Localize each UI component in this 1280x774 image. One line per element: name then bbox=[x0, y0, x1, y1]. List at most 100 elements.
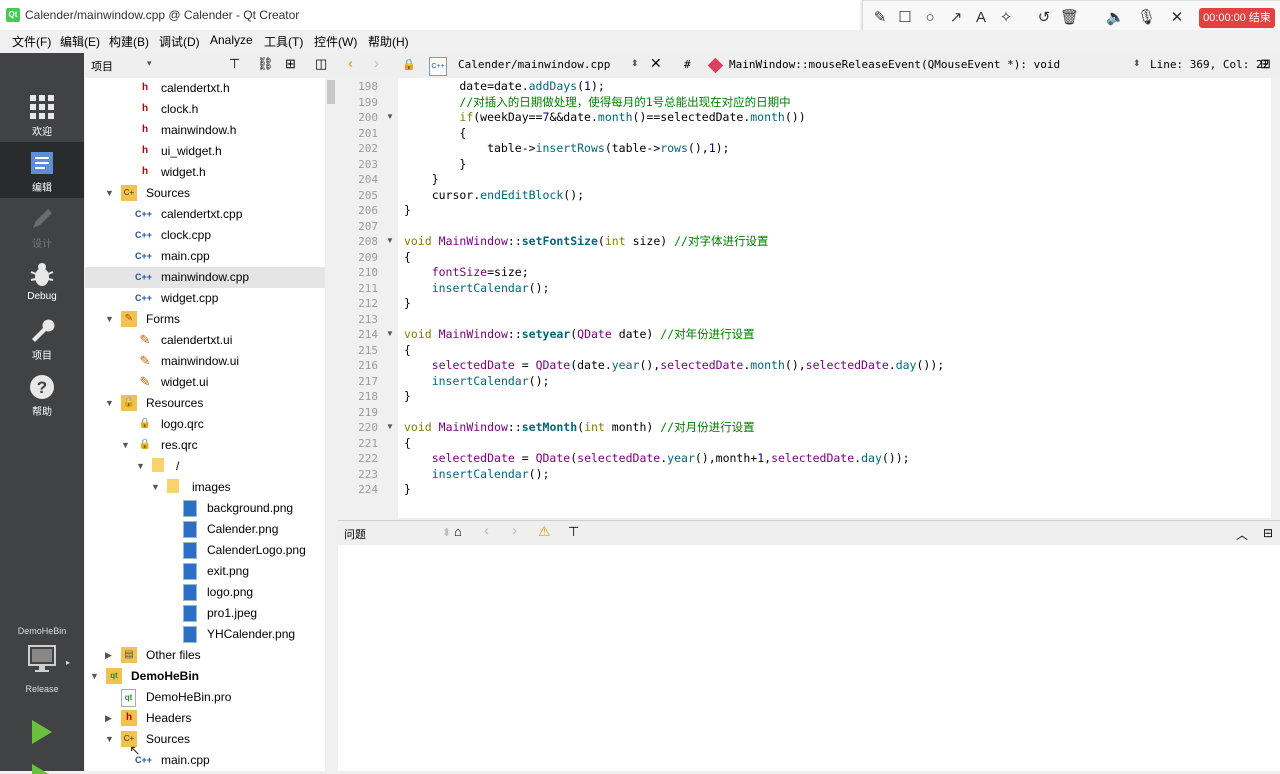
kit-expand-icon[interactable]: ▸ bbox=[66, 658, 70, 667]
kit-selector[interactable] bbox=[28, 644, 56, 674]
clean-icon[interactable]: ⌂ bbox=[454, 524, 462, 539]
split-editor-icon[interactable]: ⊞ bbox=[1260, 56, 1271, 72]
fold-marker-icon[interactable]: ▼ bbox=[386, 329, 394, 338]
tree-item-calendertxt-cpp[interactable]: C++ calendertxt.cpp bbox=[85, 204, 325, 225]
microphone-icon[interactable]: 🎙 bbox=[1137, 9, 1156, 27]
filter-icon[interactable]: ⊤ bbox=[229, 56, 240, 72]
forward-icon[interactable]: › bbox=[374, 55, 379, 72]
tree-item-calenderlogo-png[interactable]: CalenderLogo.png bbox=[85, 540, 325, 561]
tree-item-logo-qrc[interactable]: 🔒 logo.qrc bbox=[85, 414, 325, 435]
tree-item-mainwindow-cpp[interactable]: C++ mainwindow.cpp bbox=[85, 267, 325, 288]
tree-scrollbar[interactable] bbox=[325, 78, 337, 771]
code-editor[interactable]: date=date.addDays(1); //对插入的日期做处理，使得每月的1… bbox=[398, 78, 1271, 518]
mode-design[interactable]: 设计 bbox=[0, 198, 84, 254]
close-pane-icon[interactable]: ◫ bbox=[315, 56, 327, 72]
symbol-dropdown-icon[interactable]: ⬍ bbox=[1133, 58, 1141, 69]
mode-welcome[interactable]: 欢迎 bbox=[0, 86, 84, 142]
tree-folder-root[interactable]: ▼ / bbox=[85, 456, 325, 477]
file-dropdown-icon[interactable]: ⬍ bbox=[631, 58, 639, 69]
fold-marker-icon[interactable]: ▼ bbox=[386, 422, 394, 431]
run-button[interactable] bbox=[30, 718, 54, 746]
tree-scrollbar-thumb[interactable] bbox=[327, 80, 335, 104]
tree-folder-forms[interactable]: ▼ ✎ Forms bbox=[85, 309, 325, 330]
pencil-icon[interactable]: ✎ bbox=[871, 9, 889, 27]
tree-folder-resources[interactable]: ▼ 🔒 Resources bbox=[85, 393, 325, 414]
tree-folder-headers[interactable]: ▶ h Headers bbox=[85, 708, 325, 729]
circle-icon[interactable]: ○ bbox=[921, 9, 939, 27]
tree-item-yhcalender-png[interactable]: YHCalender.png bbox=[85, 624, 325, 645]
menu-tools[interactable]: 工具(T) bbox=[264, 33, 303, 50]
maximize-pane-icon[interactable]: ︿ bbox=[1236, 526, 1248, 543]
menu-help[interactable]: 帮助(H) bbox=[368, 33, 409, 50]
menu-edit[interactable]: 编辑(E) bbox=[60, 33, 100, 50]
menu-file[interactable]: 文件(F) bbox=[12, 33, 51, 50]
collapse-arrow-icon[interactable]: ▼ bbox=[105, 314, 115, 324]
mode-debug[interactable]: Debug bbox=[0, 254, 84, 310]
collapse-arrow-icon[interactable]: ▼ bbox=[105, 398, 115, 408]
expand-arrow-icon[interactable]: ▶ bbox=[105, 650, 115, 660]
tree-item-main-cpp-2[interactable]: C++ main.cpp bbox=[85, 750, 325, 771]
collapse-arrow-icon[interactable]: ▼ bbox=[136, 461, 146, 471]
tree-item-background-png[interactable]: background.png bbox=[85, 498, 325, 519]
collapse-arrow-icon[interactable]: ▼ bbox=[121, 440, 131, 450]
tree-folder-images[interactable]: ▼ images bbox=[85, 477, 325, 498]
speaker-icon[interactable]: 🔈 bbox=[1106, 9, 1125, 27]
tree-item-ui-widget-h[interactable]: h ui_widget.h bbox=[85, 141, 325, 162]
debug-run-button[interactable] bbox=[30, 762, 54, 774]
tree-item-calendertxt-h[interactable]: h calendertxt.h bbox=[85, 78, 325, 99]
tree-item-mainwindow-h[interactable]: h mainwindow.h bbox=[85, 120, 325, 141]
collapse-arrow-icon[interactable]: ▼ bbox=[90, 671, 100, 681]
tree-item-pro1-jpeg[interactable]: pro1.jpeg bbox=[85, 603, 325, 624]
tree-item-exit-png[interactable]: exit.png bbox=[85, 561, 325, 582]
tree-folder-other-files[interactable]: ▶ ▤ Other files bbox=[85, 645, 325, 666]
tree-item-mainwindow-ui[interactable]: ✎ mainwindow.ui bbox=[85, 351, 325, 372]
tree-item-clock-cpp[interactable]: C++ clock.cpp bbox=[85, 225, 325, 246]
current-file-path[interactable]: Calender/mainwindow.cpp bbox=[458, 58, 610, 71]
rectangle-icon[interactable]: ☐ bbox=[896, 9, 914, 27]
close-document-icon[interactable]: ✕ bbox=[650, 55, 662, 72]
close-icon[interactable]: ✕ bbox=[1168, 9, 1186, 27]
next-item-icon[interactable]: › bbox=[512, 522, 517, 539]
back-icon[interactable]: ‹ bbox=[348, 55, 353, 72]
arrow-tool-icon[interactable]: ↗ bbox=[947, 9, 965, 27]
recording-end-button[interactable]: 00:00:00 结束 bbox=[1199, 8, 1275, 28]
tree-project-demohebin[interactable]: ▼ qt DemoHeBin bbox=[85, 666, 325, 687]
link-icon[interactable]: ⛓ bbox=[257, 56, 274, 72]
tree-item-demohebin-pro[interactable]: qt DemoHeBin.pro bbox=[85, 687, 325, 708]
warning-filter-icon[interactable]: ⚠ bbox=[538, 523, 551, 540]
previous-item-icon[interactable]: ‹ bbox=[484, 522, 489, 539]
close-pane-icon[interactable]: ⊟ bbox=[1263, 526, 1273, 540]
magic-wand-icon[interactable]: ✧ bbox=[997, 9, 1015, 27]
menu-analyze[interactable]: Analyze bbox=[210, 33, 253, 47]
menu-build[interactable]: 构建(B) bbox=[109, 33, 149, 50]
mode-edit[interactable]: 编辑 bbox=[0, 142, 84, 198]
split-icon[interactable]: ⊞ bbox=[285, 56, 296, 72]
collapse-arrow-icon[interactable]: ▼ bbox=[105, 734, 115, 744]
tree-item-main-cpp[interactable]: C++ main.cpp bbox=[85, 246, 325, 267]
tree-item-clock-h[interactable]: h clock.h bbox=[85, 99, 325, 120]
tree-item-widget-cpp[interactable]: C++ widget.cpp bbox=[85, 288, 325, 309]
mode-help[interactable]: ? 帮助 bbox=[0, 366, 84, 422]
mode-projects[interactable]: 项目 bbox=[0, 310, 84, 366]
collapse-arrow-icon[interactable]: ▼ bbox=[105, 188, 115, 198]
pane-dropdown-icon[interactable]: ⬍ bbox=[442, 526, 451, 539]
tree-folder-sources[interactable]: ▼ C+ Sources bbox=[85, 183, 325, 204]
tree-folder-sources-2[interactable]: ▼ C+ Sources bbox=[85, 729, 325, 750]
fold-marker-icon[interactable]: ▼ bbox=[386, 236, 394, 245]
menu-widgets[interactable]: 控件(W) bbox=[314, 33, 357, 50]
expand-arrow-icon[interactable]: ▶ bbox=[105, 713, 115, 723]
trash-icon[interactable]: 🗑 bbox=[1060, 9, 1079, 27]
current-symbol[interactable]: MainWindow::mouseReleaseEvent(QMouseEven… bbox=[729, 58, 1060, 71]
tree-item-calendertxt-ui[interactable]: ✎ calendertxt.ui bbox=[85, 330, 325, 351]
pane-selector-dropdown-icon[interactable]: ▾ bbox=[147, 58, 152, 69]
tree-item-widget-h[interactable]: h widget.h bbox=[85, 162, 325, 183]
filter-icon[interactable]: ⊤ bbox=[568, 524, 579, 540]
tree-item-widget-ui[interactable]: ✎ widget.ui bbox=[85, 372, 325, 393]
tree-item-logo-png[interactable]: logo.png bbox=[85, 582, 325, 603]
undo-icon[interactable]: ↺ bbox=[1035, 9, 1053, 27]
tree-item-res-qrc[interactable]: ▼ 🔒 res.qrc bbox=[85, 435, 325, 456]
collapse-arrow-icon[interactable]: ▼ bbox=[151, 482, 161, 492]
menu-debug[interactable]: 调试(D) bbox=[159, 33, 200, 50]
fold-marker-icon[interactable]: ▼ bbox=[386, 112, 394, 121]
editor-scrollbar[interactable] bbox=[1271, 78, 1280, 518]
